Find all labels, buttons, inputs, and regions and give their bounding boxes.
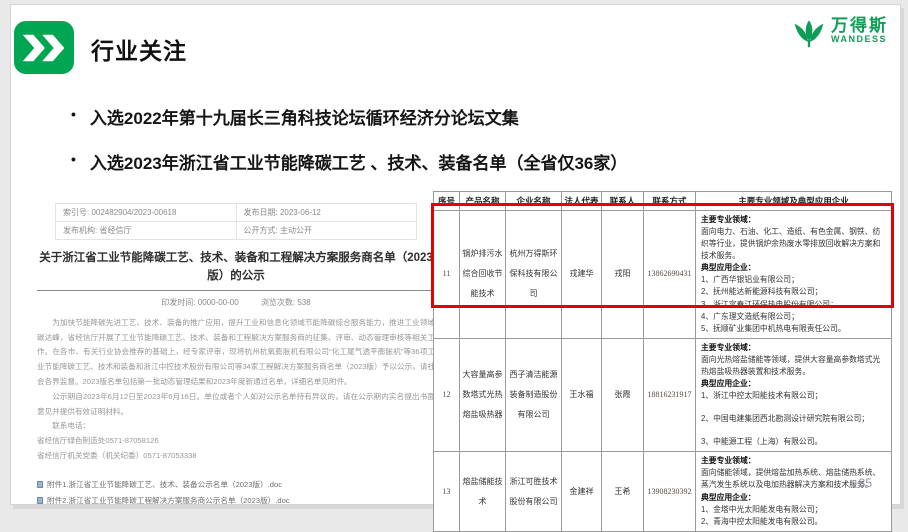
company-logo: 万得斯 WANDESS (791, 13, 888, 49)
doc-paragraph-2: 公示期自2023年6月12日至2023年6月16日。单位或者个人如对公示名单持有… (37, 390, 435, 420)
doc-print-time: 印发时间: 0000-00-00 (161, 298, 238, 307)
doc-attachments: 附件1.浙江省工业节能降碳工艺、技术、装备公示名单（2023版）.doc 附件2… (37, 477, 435, 509)
bullet-text: 入选2022年第十九届长三角科技论坛循环经济分论坛文集 (90, 104, 519, 129)
cell-product: 锅炉排污水综合回收节能技术 (460, 211, 506, 339)
cell-company: 西子清洁能源装备制造股份有限公司 (506, 338, 562, 452)
apps-label: 典型应用企业： (701, 492, 886, 504)
table-row: 12 大容量高参数塔式光热熔盐吸热器 西子清洁能源装备制造股份有限公司 王水福 … (434, 338, 892, 452)
cell-product: 大容量高参数塔式光热熔盐吸热器 (460, 338, 506, 452)
attachment-link[interactable]: 附件2.浙江省工业节能降碳工程解决方案服务商公示名单（2023版）.doc (37, 493, 435, 509)
table-row: 13 熔盐储能技术 浙江可胜技术股份有限公司 金建祥 王希 1390823039… (434, 452, 892, 531)
page-title: 行业关注 (91, 32, 187, 66)
col-company: 企业名称 (506, 192, 562, 211)
doc-stats: 印发时间: 0000-00-00 浏览次数: 538 (37, 297, 435, 308)
slide: 行业关注 万得斯 WANDESS • 入选2022年第十九届长三角科技论坛循环经… (10, 4, 901, 505)
attachment-link[interactable]: 附件1.浙江省工业节能降碳工艺、技术、装备公示名单（2023版）.doc (37, 477, 435, 493)
cell-phone: 18816231917 (644, 338, 696, 452)
bullet-dot: • (71, 151, 76, 167)
cell-contact: 戎阳 (602, 211, 644, 339)
table-header-row: 序号 产品名称 企业名称 法人代表 联系人 联系方式 主要专业领域及典型应用企业 (434, 192, 892, 211)
col-product: 产品名称 (460, 192, 506, 211)
doc-contact-label: 联系电话： (37, 419, 435, 434)
bullet-list: • 入选2022年第十九届长三角科技论坛循环经济分论坛文集 • 入选2023年浙… (71, 104, 627, 194)
attachment-icon (37, 481, 43, 488)
logo-name-en: WANDESS (831, 35, 888, 45)
app-company: 4、广东理文造纸有限公司； (701, 311, 886, 323)
attachment-text: 附件1.浙江省工业节能降碳工艺、技术、装备公示名单（2023版）.doc (47, 477, 282, 493)
bullet-dot: • (71, 106, 76, 122)
col-contact: 联系人 (602, 192, 644, 211)
doc-index-no: 索引号: 002482904/2023-00618 (56, 204, 237, 222)
domain-text: 面向电力、石油、化工、造纸、有色金属、钢铁、纺织等行业，提供锅炉余热废水零排放回… (701, 226, 886, 262)
cell-legal-rep: 王水福 (562, 338, 602, 452)
cell-contact: 张霞 (602, 338, 644, 452)
attachment-text: 附件2.浙江省工业节能降碳工程解决方案服务商公示名单（2023版）.doc (47, 493, 290, 509)
app-company: 1、浙江中控太阳能技术有限公司； (701, 390, 886, 402)
doc-contact-2: 省经信厅机关党委（机关纪委）0571-87053338 (37, 449, 435, 464)
doc-view-count: 浏览次数: 538 (261, 298, 311, 307)
cell-domain: 主要专业领域： 面向光热熔盐储能等领域，提供大容量高参数塔式光热熔盐吸热器装置和… (696, 338, 892, 452)
leaf-logo-icon (791, 13, 827, 49)
doc-divider (37, 290, 435, 291)
doc-publish-date: 发布日期: 2023-06-12 (236, 204, 417, 222)
page-number: 35 (859, 476, 872, 490)
domain-label: 主要专业领域： (701, 342, 886, 354)
double-chevron-icon (14, 21, 74, 74)
logo-name-cn: 万得斯 (831, 17, 888, 36)
bullet-item: • 入选2023年浙江省工业节能降碳工艺 、技术、装备名单（全省仅36家） (71, 149, 627, 174)
doc-meta-table: 索引号: 002482904/2023-00618 发布日期: 2023-06-… (55, 203, 417, 240)
doc-open-mode: 公开方式: 主动公开 (236, 222, 417, 240)
cell-product: 熔盐储能技术 (460, 452, 506, 531)
col-phone: 联系方式 (644, 192, 696, 211)
table-row: 11 锅炉排污水综合回收节能技术 杭州万得斯环保科技有限公司 戎建华 戎阳 13… (434, 211, 892, 339)
cell-company: 浙江可胜技术股份有限公司 (506, 452, 562, 531)
app-company: 2、青海中控太阳能发电有限公司。 (701, 516, 886, 528)
app-company: 3、浙江富春江环保热电股份有限公司； (701, 299, 886, 311)
bullet-item: • 入选2022年第十九届长三角科技论坛循环经济分论坛文集 (71, 104, 627, 129)
col-legal-rep: 法人代表 (562, 192, 602, 211)
bullet-text: 入选2023年浙江省工业节能降碳工艺 、技术、装备名单（全省仅36家） (90, 149, 627, 174)
doc-contact-1: 省经信厅绿色制造处0571-87058126 (37, 434, 435, 449)
cell-company: 杭州万得斯环保科技有限公司 (506, 211, 562, 339)
apps-label: 典型应用企业： (701, 378, 886, 390)
app-company: 1、金塔中光太阳能发电有限公司； (701, 504, 886, 516)
app-company: 3、中能源工程（上海）有限公司。 (701, 436, 886, 448)
app-company: 5、抚顺矿业集团中机热电有限责任公司。 (701, 323, 886, 335)
doc-paragraph-1: 为加快节能降碳先进工艺、技术、装备的推广应用，提升工业和信息化领域节能降碳综合服… (37, 316, 435, 390)
cell-serial: 11 (434, 211, 460, 339)
attachment-icon (37, 497, 43, 504)
doc-title: 关于浙江省工业节能降碳工艺、技术、装备和工程解决方案服务商名单（2023版）的公… (39, 249, 433, 286)
domain-text: 面向光热熔盐储能等领域，提供大容量高参数塔式光热熔盐吸热器装置和技术服务。 (701, 354, 886, 378)
cell-domain: 主要专业领域： 面向电力、石油、化工、造纸、有色金属、钢铁、纺织等行业，提供锅炉… (696, 211, 892, 339)
cell-contact: 王希 (602, 452, 644, 531)
cell-legal-rep: 戎建华 (562, 211, 602, 339)
domain-label: 主要专业领域： (701, 455, 886, 467)
cell-serial: 13 (434, 452, 460, 531)
company-table: 序号 产品名称 企业名称 法人代表 联系人 联系方式 主要专业领域及典型应用企业… (433, 191, 891, 532)
col-domain: 主要专业领域及典型应用企业 (696, 192, 892, 211)
notice-document: 索引号: 002482904/2023-00618 发布日期: 2023-06-… (37, 195, 435, 509)
app-company: 2、中国电建集团西北勘测设计研究院有限公司； (701, 413, 886, 425)
app-company: 2、抚州能达新能源科技有限公司； (701, 286, 886, 298)
domain-label: 主要专业领域： (701, 214, 886, 226)
col-serial: 序号 (434, 192, 460, 211)
cell-phone: 13862690431 (644, 211, 696, 339)
chevrons-glyph (21, 32, 67, 64)
cell-domain: 主要专业领域： 面向储能领域，提供熔盐加热系统、熔盐储热系统、蒸汽发生系统以及电… (696, 452, 892, 531)
cell-legal-rep: 金建祥 (562, 452, 602, 531)
cell-serial: 12 (434, 338, 460, 452)
apps-label: 典型应用企业： (701, 262, 886, 274)
doc-publisher: 发布机构: 省经信厅 (56, 222, 237, 240)
app-company: 1、广西华银铝业有限公司； (701, 274, 886, 286)
cell-phone: 13908230392 (644, 452, 696, 531)
